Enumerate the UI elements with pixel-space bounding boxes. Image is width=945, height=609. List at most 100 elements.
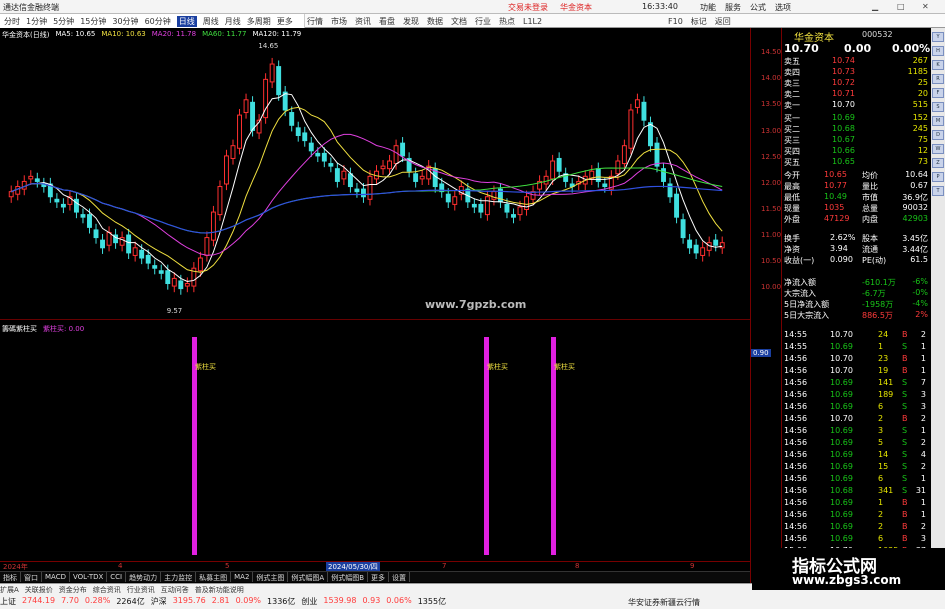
tick-row: 14:56 10.69 189 S 3 <box>782 390 932 401</box>
period-30min[interactable]: 30分钟 <box>112 16 138 27</box>
menu-kanpan[interactable]: 看盘 <box>379 16 395 27</box>
tab-zhibiao[interactable]: 指标 <box>0 572 21 582</box>
toolbar-button[interactable]: F <box>932 88 944 98</box>
flow-row: 净流入额 -610.1万 -6% <box>782 277 932 288</box>
toolbar-button[interactable]: P <box>932 172 944 182</box>
tab-settings[interactable]: 设置 <box>389 572 411 582</box>
stat-label: 换手 <box>784 234 800 243</box>
menu-hangqing[interactable]: 行情 <box>307 16 323 27</box>
toolbar-button[interactable]: D <box>932 130 944 140</box>
period-daily[interactable]: 日线 <box>176 15 197 27</box>
stock-name-link[interactable]: 华金资本 <box>560 2 592 13</box>
close-icon[interactable]: ✕ <box>922 2 929 11</box>
bottom-tab[interactable]: 扩展A <box>0 585 19 595</box>
period-weekly[interactable]: 周线 <box>203 16 219 27</box>
bottom-tab[interactable]: 普及新功能说明 <box>195 585 244 595</box>
menu-faxian[interactable]: 发现 <box>403 16 419 27</box>
toolbar-button[interactable]: W <box>932 144 944 154</box>
menu-zixun[interactable]: 资讯 <box>355 16 371 27</box>
bottom-tab[interactable]: 资金分布 <box>59 585 87 595</box>
tick-time: 14:56 <box>784 450 808 459</box>
toolbar-button[interactable]: H <box>932 46 944 56</box>
toolbar-button[interactable]: T <box>932 186 944 196</box>
ask-price: 10.71 <box>832 89 855 98</box>
period-15min[interactable]: 15分钟 <box>80 16 106 27</box>
candle-body <box>543 175 549 185</box>
tick-count: 2 <box>920 522 926 531</box>
toolbar-button[interactable]: R <box>932 74 944 84</box>
tick-row: 14:56 10.69 15 S 2 <box>782 462 932 473</box>
mark-button[interactable]: 标记 <box>691 16 707 27</box>
options-menu[interactable]: 选项 <box>775 2 791 13</box>
menu-l1l2[interactable]: L1L2 <box>523 17 542 26</box>
bottom-tab[interactable]: 综合资讯 <box>93 585 121 595</box>
menu-shichang[interactable]: 市场 <box>331 16 347 27</box>
period-60min[interactable]: 60分钟 <box>145 16 171 27</box>
x-tick: 9 <box>690 562 695 570</box>
menu-hangye[interactable]: 行业 <box>475 16 491 27</box>
toolbar-button[interactable]: Z <box>932 158 944 168</box>
stat-label: 市值 <box>862 193 878 202</box>
indicator-chart[interactable]: 紫柱买 紫柱买 紫柱买 <box>0 323 750 561</box>
tick-volume: 6 <box>878 534 884 543</box>
service-menu[interactable]: 服务 <box>725 2 741 13</box>
bid-volume: 73 <box>917 157 928 166</box>
formula-menu[interactable]: 公式 <box>750 2 766 13</box>
menu-shuju[interactable]: 数据 <box>427 16 443 27</box>
tab-cci[interactable]: CCI <box>107 572 127 582</box>
tab-more[interactable]: 更多 <box>368 572 390 582</box>
tab-example-b[interactable]: 例式幅图B <box>328 572 369 582</box>
function-menu[interactable]: 功能 <box>700 2 716 13</box>
tick-time: 14:56 <box>784 390 808 399</box>
ask-row: 卖一 10.70 515 <box>782 100 932 111</box>
period-5min[interactable]: 5分钟 <box>53 16 74 27</box>
bottom-tab[interactable]: 行业资讯 <box>127 585 155 595</box>
maximize-icon[interactable]: □ <box>897 2 905 11</box>
tick-price: 10.68 <box>830 486 853 495</box>
tick-time: 14:56 <box>784 510 808 519</box>
flow-label: 大宗流入 <box>784 289 816 298</box>
stat-label: 净资 <box>784 245 800 254</box>
tab-ma2[interactable]: MA2 <box>231 572 254 582</box>
period-more[interactable]: 更多 <box>277 16 293 27</box>
candle-body <box>178 280 184 290</box>
stat-value: 10.77 <box>824 181 847 190</box>
menu-redian[interactable]: 热点 <box>499 16 515 27</box>
bottom-tab[interactable]: 互动问答 <box>161 585 189 595</box>
minimize-icon[interactable]: ▁ <box>872 2 878 11</box>
period-tick[interactable]: 分时 <box>4 16 20 27</box>
tab-chuangkou[interactable]: 窗口 <box>21 572 42 582</box>
tick-count: 31 <box>915 486 926 495</box>
trade-login-link[interactable]: 交易未登录 <box>508 2 548 13</box>
toolbar-button[interactable]: M <box>932 116 944 126</box>
f10-button[interactable]: F10 <box>668 17 683 26</box>
tab-trend[interactable]: 趋势动力 <box>126 572 162 582</box>
tick-price: 10.69 <box>830 426 853 435</box>
back-button[interactable]: 返回 <box>715 16 731 27</box>
candle-body <box>693 244 699 254</box>
candlestick-chart[interactable]: 14.65 9.57 <box>0 28 750 320</box>
toolbar-button[interactable]: Y <box>932 32 944 42</box>
tick-time: 14:56 <box>784 438 808 447</box>
bottom-tab[interactable]: 关联报价 <box>25 585 53 595</box>
tick-price: 10.69 <box>830 474 853 483</box>
tab-macd[interactable]: MACD <box>42 572 70 582</box>
tick-volume: 141 <box>878 378 894 387</box>
price-tick: 13.00 <box>761 127 782 135</box>
toolbar-button[interactable]: K <box>932 60 944 70</box>
menu-wendang[interactable]: 文档 <box>451 16 467 27</box>
tab-example-main[interactable]: 例式主图 <box>253 572 289 582</box>
period-1min[interactable]: 1分钟 <box>26 16 47 27</box>
candle-body <box>60 203 66 208</box>
tab-example-a[interactable]: 例式幅图A <box>288 572 329 582</box>
tab-vol[interactable]: VOL-TDX <box>70 572 108 582</box>
ask-volume: 25 <box>917 78 928 87</box>
period-monthly[interactable]: 月线 <box>225 16 241 27</box>
toolbar-button[interactable]: S <box>932 102 944 112</box>
tab-private-main[interactable]: 私募主图 <box>196 572 232 582</box>
tab-main-monitor[interactable]: 主力监控 <box>161 572 197 582</box>
price-tick: 14.00 <box>761 74 782 82</box>
candle-body <box>602 183 608 188</box>
period-multi[interactable]: 多周期 <box>247 16 271 27</box>
app-title: 通达信金融终端 <box>3 3 59 12</box>
